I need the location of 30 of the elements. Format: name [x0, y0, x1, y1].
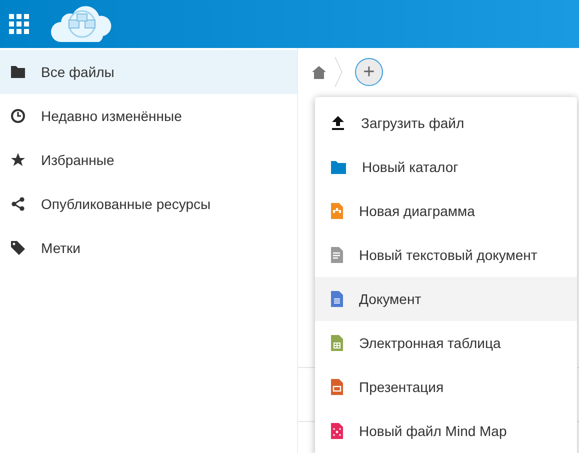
- new-button[interactable]: +: [355, 58, 383, 86]
- folder-icon: [11, 66, 25, 78]
- presentation-icon: [331, 379, 343, 395]
- breadcrumb-chevron-icon: [334, 57, 343, 87]
- menu-item[interactable]: Загрузить файл: [315, 101, 577, 145]
- star-icon: [11, 153, 25, 167]
- folder-icon: [331, 160, 346, 174]
- document-icon: [331, 291, 343, 307]
- menu-item[interactable]: Новый файл Mind Map: [315, 409, 577, 453]
- menu-item[interactable]: Электронная таблица: [315, 321, 577, 365]
- app-grid-icon[interactable]: [9, 14, 29, 34]
- sidebar-item[interactable]: Все файлы: [0, 50, 297, 94]
- share-icon: [11, 197, 25, 211]
- sidebar-item[interactable]: Избранные: [0, 138, 297, 182]
- menu-item[interactable]: Новая диаграмма: [315, 189, 577, 233]
- sidebar-item[interactable]: Опубликованные ресурсы: [0, 182, 297, 226]
- menu-item[interactable]: Документ: [315, 277, 577, 321]
- text-file-icon: [331, 247, 343, 263]
- menu-item[interactable]: Новый каталог: [315, 145, 577, 189]
- tag-icon: [11, 241, 25, 255]
- home-icon[interactable]: [312, 66, 326, 78]
- diagram-icon: [331, 203, 343, 219]
- spreadsheet-icon: [331, 335, 343, 351]
- upload-icon: [331, 116, 345, 130]
- menu-item[interactable]: Презентация: [315, 365, 577, 409]
- mindmap-icon: [331, 423, 343, 439]
- menu-item[interactable]: Новый текстовый документ: [315, 233, 577, 277]
- sidebar-item[interactable]: Недавно изменённые: [0, 94, 297, 138]
- sidebar-item[interactable]: Метки: [0, 226, 297, 270]
- clock-icon: [11, 109, 25, 123]
